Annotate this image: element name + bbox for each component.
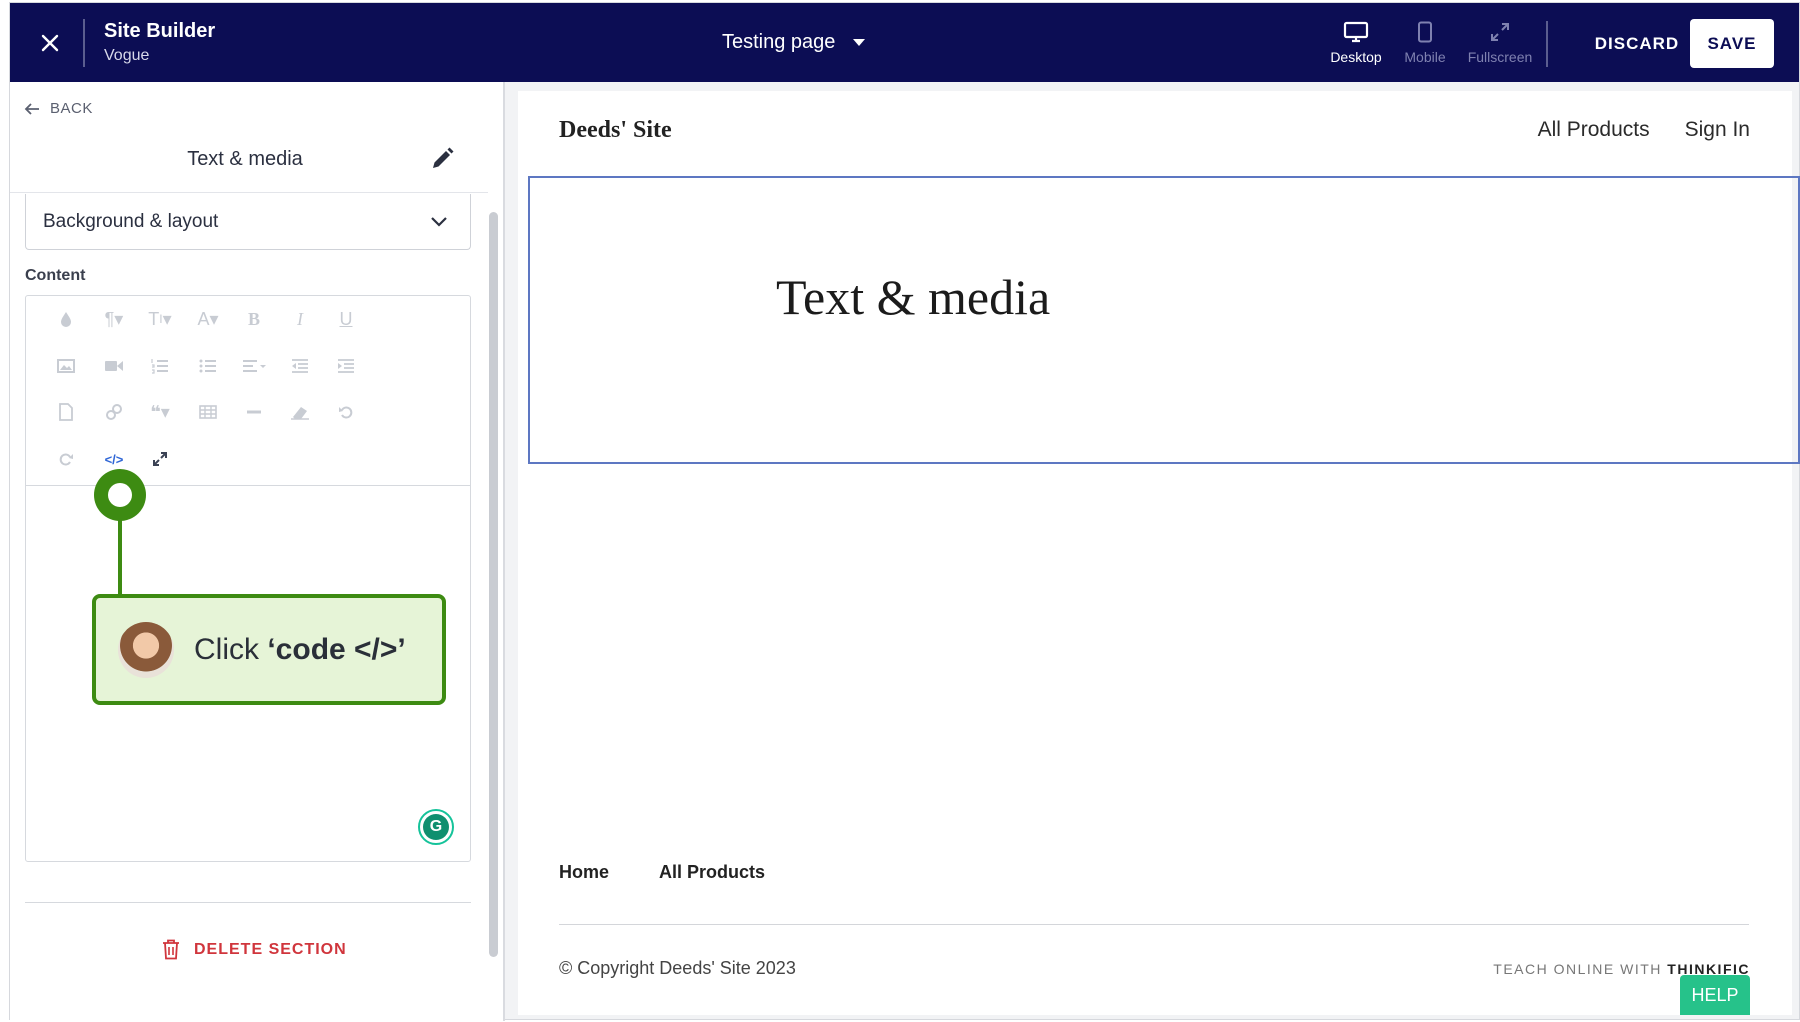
- top-bar: Site Builder Vogue Testing page Desktop …: [10, 3, 1799, 82]
- desktop-icon: [1343, 21, 1369, 43]
- unordered-list-icon[interactable]: [190, 352, 226, 380]
- background-layout-label: Background & layout: [43, 210, 219, 232]
- chevron-down-icon: [431, 216, 447, 227]
- section-settings-panel: BACK Text & media Background & layout Co…: [10, 82, 505, 1021]
- clear-format-icon[interactable]: [282, 398, 318, 426]
- guide-avatar: [118, 621, 174, 678]
- insert-table-icon[interactable]: [190, 398, 226, 426]
- page-selector[interactable]: Testing page: [722, 31, 866, 54]
- theme-name: Vogue: [104, 47, 150, 64]
- panel-divider-bottom: [25, 902, 471, 903]
- footer-nav-all-products[interactable]: All Products: [659, 862, 765, 883]
- close-icon: [41, 34, 59, 52]
- redo-icon[interactable]: [48, 445, 84, 473]
- callout-text: Click ‘code </>’: [194, 633, 406, 667]
- font-family-icon[interactable]: A▾: [190, 305, 226, 333]
- align-icon[interactable]: [236, 352, 272, 380]
- font-size-icon[interactable]: T I ▾: [142, 305, 178, 333]
- footer-nav-home[interactable]: Home: [559, 862, 609, 883]
- site-logo[interactable]: Deeds' Site: [559, 117, 672, 144]
- content-label: Content: [25, 267, 86, 284]
- back-label: BACK: [50, 100, 93, 117]
- text-media-section[interactable]: Text & media: [528, 176, 1800, 464]
- back-link[interactable]: BACK: [24, 100, 93, 117]
- callout-target: ‘code </>’: [267, 632, 406, 666]
- mobile-view-label: Mobile: [1404, 49, 1446, 65]
- insert-file-icon[interactable]: [48, 398, 84, 426]
- undo-icon[interactable]: [328, 398, 364, 426]
- close-button[interactable]: [32, 25, 68, 61]
- app-frame: Site Builder Vogue Testing page Desktop …: [9, 2, 1800, 1021]
- topbar-divider-right: [1546, 21, 1548, 67]
- background-layout-accordion[interactable]: Background & layout: [25, 194, 471, 250]
- callout-prefix: Click: [194, 632, 268, 666]
- tutorial-hotspot[interactable]: [94, 469, 146, 521]
- save-button[interactable]: SAVE: [1690, 19, 1774, 68]
- page-selector-label: Testing page: [722, 31, 836, 53]
- underline-icon[interactable]: U: [328, 305, 364, 333]
- indent-decrease-icon[interactable]: [282, 352, 318, 380]
- expand-icon: [1491, 23, 1509, 41]
- mobile-view-button[interactable]: Mobile: [1390, 21, 1460, 65]
- help-button[interactable]: HELP: [1680, 975, 1750, 1015]
- caret-down-icon: [853, 39, 866, 46]
- app-title: Site Builder: [104, 20, 216, 42]
- nav-sign-in[interactable]: Sign In: [1685, 118, 1750, 142]
- footer-divider: [559, 924, 1749, 925]
- tutorial-connector: [118, 518, 122, 598]
- desktop-view-label: Desktop: [1330, 49, 1382, 65]
- italic-icon[interactable]: I: [282, 305, 318, 333]
- discard-button[interactable]: DISCARD: [1582, 27, 1692, 61]
- powered-by-prefix: TEACH ONLINE WITH: [1493, 961, 1668, 977]
- editor-fullscreen-icon[interactable]: [142, 445, 178, 473]
- delete-section-button[interactable]: DELETE SECTION: [162, 939, 347, 960]
- section-heading: Text & media: [776, 269, 1051, 325]
- topbar-divider: [83, 19, 85, 67]
- tutorial-callout: Click ‘code </>’: [92, 594, 446, 705]
- arrow-left-icon: [24, 102, 39, 115]
- quote-icon[interactable]: ❝▾: [142, 398, 178, 426]
- fullscreen-view-button[interactable]: Fullscreen: [1465, 21, 1535, 65]
- panel-divider: [10, 192, 488, 193]
- trash-icon: [163, 939, 179, 960]
- bold-icon[interactable]: B: [236, 305, 272, 333]
- nav-all-products[interactable]: All Products: [1538, 118, 1650, 142]
- panel-title: Text & media: [187, 148, 303, 170]
- copyright-text: © Copyright Deeds' Site 2023: [559, 958, 796, 978]
- pencil-icon: [433, 147, 454, 168]
- paragraph-format-icon[interactable]: ¶▾: [96, 305, 132, 333]
- panel-scrollbar[interactable]: [489, 212, 498, 957]
- footer-nav: Home All Products: [559, 862, 765, 883]
- rich-text-editor: ¶▾ T I ▾ A▾ B I U ❝▾ </> G: [25, 295, 471, 862]
- horizontal-rule-icon[interactable]: [236, 398, 272, 426]
- insert-link-icon[interactable]: [96, 398, 132, 426]
- site-header-nav: All Products Sign In: [1538, 118, 1750, 142]
- grammarly-icon[interactable]: G: [418, 809, 454, 845]
- ordered-list-icon[interactable]: [142, 352, 178, 380]
- insert-video-icon[interactable]: [96, 352, 132, 380]
- delete-section-label: DELETE SECTION: [194, 940, 347, 958]
- site-preview: Deeds' Site All Products Sign In Text & …: [518, 91, 1800, 1015]
- desktop-view-button[interactable]: Desktop: [1321, 21, 1391, 65]
- insert-image-icon[interactable]: [48, 352, 84, 380]
- editor-toolbar: ¶▾ T I ▾ A▾ B I U ❝▾ </>: [26, 296, 470, 486]
- mobile-icon: [1418, 21, 1432, 43]
- fullscreen-view-label: Fullscreen: [1467, 49, 1533, 65]
- rename-section-button[interactable]: [428, 145, 456, 173]
- indent-increase-icon[interactable]: [328, 352, 364, 380]
- text-color-icon[interactable]: [48, 305, 84, 333]
